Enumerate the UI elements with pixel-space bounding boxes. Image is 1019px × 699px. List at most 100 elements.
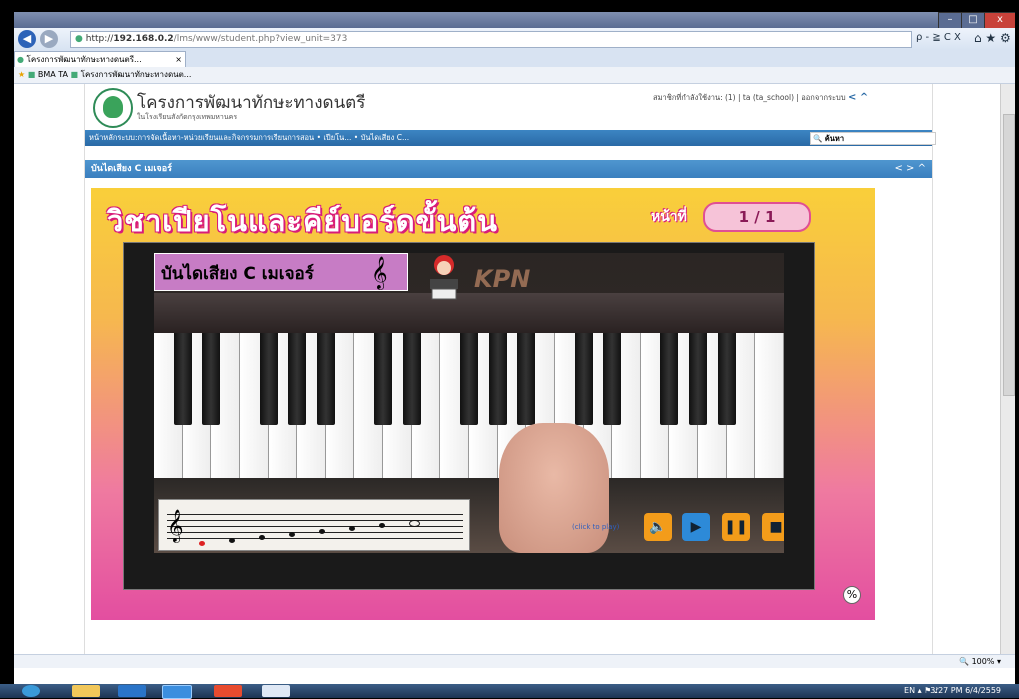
piano-keyboard [154, 333, 784, 478]
url-host: 192.168.0.2 [113, 34, 174, 44]
treble-clef-icon: 𝄞 [371, 256, 388, 289]
favorite-page-icon-2: ■ [70, 70, 79, 79]
nav-bar: หน้าหลักระบบ:การจัดเนื้อหา-หน่วยเรียนและ… [85, 130, 936, 146]
favorites-bar: ★ ■ BMA TA ■ โครงการพัฒนาทักษะทางดนต... [14, 67, 1015, 84]
lesson-title: วิชาเปียโนและคีย์บอร์ดขั้นต้น [107, 204, 498, 238]
search-input[interactable]: 🔍 ค้นหา [810, 132, 936, 145]
section-title: บันไดเสียง C เมเจอร์ [91, 164, 172, 174]
black-key [460, 333, 478, 425]
search-icon: 🔍 [813, 134, 823, 143]
site-subtitle: ในโรงเรียนสังกัดกรุงเทพมหานคร [137, 113, 238, 121]
character-at-piano-icon [430, 255, 458, 300]
black-key [259, 333, 278, 425]
ie-icon[interactable] [162, 685, 192, 699]
staff-line [167, 526, 463, 527]
user-status-line: สมาชิกที่กำลังใช้งาน: (1) | ta (ta_schoo… [653, 92, 868, 104]
tab-active[interactable]: ● โครงการพัฒนาทักษะทางดนตรี... × [14, 51, 186, 68]
pause-button[interactable]: ❚❚ [722, 513, 750, 541]
black-key [689, 333, 708, 425]
scroll-thumb[interactable] [1003, 114, 1015, 396]
note-e [259, 535, 265, 540]
video-title: บันไดเสียง C เมเจอร์ [161, 264, 314, 284]
black-key [660, 333, 679, 425]
controls-hint: (click to play) [572, 523, 620, 531]
user-status-text[interactable]: สมาชิกที่กำลังใช้งาน: (1) | ta (ta_schoo… [653, 93, 846, 102]
breadcrumb[interactable]: หน้าหลักระบบ:การจัดเนื้อหา-หน่วยเรียนและ… [89, 130, 409, 146]
address-bar-row: ◀ ▶ ● http://192.168.0.2/lms/www/student… [14, 28, 1015, 51]
back-icon[interactable]: ◀ [18, 30, 36, 48]
black-key [488, 333, 507, 425]
video-frame[interactable]: บันไดเสียง C เมเจอร์ 𝄞 KPN 𝄞 (click to p… [154, 253, 784, 553]
hand-image [499, 423, 609, 553]
page-counter: 1 / 1 [703, 202, 811, 232]
brand-watermark: KPN [474, 265, 531, 293]
video-title-box: บันไดเสียง C เมเจอร์ 𝄞 [154, 253, 408, 291]
volume-icon[interactable]: 🔈 [644, 513, 672, 541]
black-key [574, 333, 593, 425]
video-player[interactable]: บันไดเสียง C เมเจอร์ 𝄞 KPN 𝄞 (click to p… [123, 242, 815, 590]
tab-close-icon[interactable]: × [175, 52, 182, 67]
url-path: /lms/www/student.php?view_unit=373 [173, 34, 348, 44]
black-key [288, 333, 307, 425]
note-a [349, 526, 355, 531]
vertical-scrollbar[interactable] [1000, 84, 1015, 654]
browser-window: – □ x ◀ ▶ ● http://192.168.0.2/lms/www/s… [14, 12, 1015, 684]
staff-line [167, 514, 463, 515]
clock-time: 3:27 PM [930, 686, 963, 695]
note-g [319, 529, 325, 534]
stop-button[interactable]: ■ [762, 513, 784, 541]
clock[interactable]: 3:27 PM 6/4/2559 [930, 684, 1001, 698]
black-key [603, 333, 622, 425]
favorites-star-icon[interactable]: ★ [18, 70, 25, 79]
white-key [755, 333, 784, 478]
black-key [202, 333, 221, 425]
search-label: ค้นหา [824, 134, 845, 143]
note-c [199, 541, 205, 546]
close-button[interactable]: x [984, 12, 1015, 29]
forward-icon[interactable]: ▶ [40, 30, 58, 48]
language-indicator[interactable]: EN [904, 686, 915, 695]
window-titlebar: – □ x [14, 12, 1015, 29]
tab-strip: ● โครงการพัฒนาทักษะทางดนตรี... × [14, 50, 1015, 68]
play-button[interactable]: ▶ [682, 513, 710, 541]
status-bar: 🔍 100% ▾ [14, 654, 1015, 668]
piano-fallboard [154, 293, 784, 333]
black-key [402, 333, 421, 425]
site-logo[interactable] [93, 88, 133, 128]
black-key [717, 333, 736, 425]
tab-favicon-icon: ● [17, 55, 24, 64]
note-b [379, 523, 385, 528]
start-button[interactable] [22, 685, 40, 697]
note-f [289, 532, 295, 537]
tab-label: โครงการพัฒนาทักษะทางดนตรี... [26, 55, 142, 64]
favorite-link-project[interactable]: โครงการพัฒนาทักษะทางดนต... [81, 70, 192, 79]
collapse-arrows-icon[interactable]: < ^ [848, 92, 868, 103]
music-staff: 𝄞 [158, 499, 470, 551]
black-key [173, 333, 192, 425]
search-controls[interactable]: ρ - ≧ C X [916, 32, 961, 43]
staff-line [167, 538, 463, 539]
zoom-level[interactable]: 🔍 100% ▾ [959, 655, 1001, 668]
home-star-gear-icons[interactable]: ⌂ ★ ⚙ [974, 31, 1011, 45]
resize-icon[interactable]: % [843, 586, 861, 604]
black-key [374, 333, 393, 425]
url-field[interactable]: ● http://192.168.0.2/lms/www/student.php… [70, 31, 912, 48]
media-player-icon[interactable] [118, 685, 146, 697]
minimize-button[interactable]: – [938, 12, 962, 29]
black-key [517, 333, 536, 425]
staff-line [167, 532, 463, 533]
page-column: โครงการพัฒนาทักษะทางดนตรี ในโรงเรียนสังก… [84, 84, 936, 654]
note-c-high [409, 520, 420, 527]
maximize-button[interactable]: □ [961, 12, 985, 29]
document-icon[interactable] [262, 685, 290, 697]
zoom-value: 100% [971, 657, 995, 666]
page-label: หน้าที่ [651, 209, 687, 225]
favorite-link-bma[interactable]: BMA TA [38, 70, 68, 79]
chrome-icon[interactable] [214, 685, 242, 697]
logo-emblem-icon [103, 96, 123, 118]
explorer-icon[interactable] [72, 685, 100, 697]
section-nav-icons[interactable]: < > ^ [895, 160, 927, 178]
favorite-page-icon: ■ [27, 70, 36, 79]
note-d [229, 538, 235, 543]
page-viewport: โครงการพัฒนาทักษะทางดนตรี ในโรงเรียนสังก… [14, 84, 1000, 654]
